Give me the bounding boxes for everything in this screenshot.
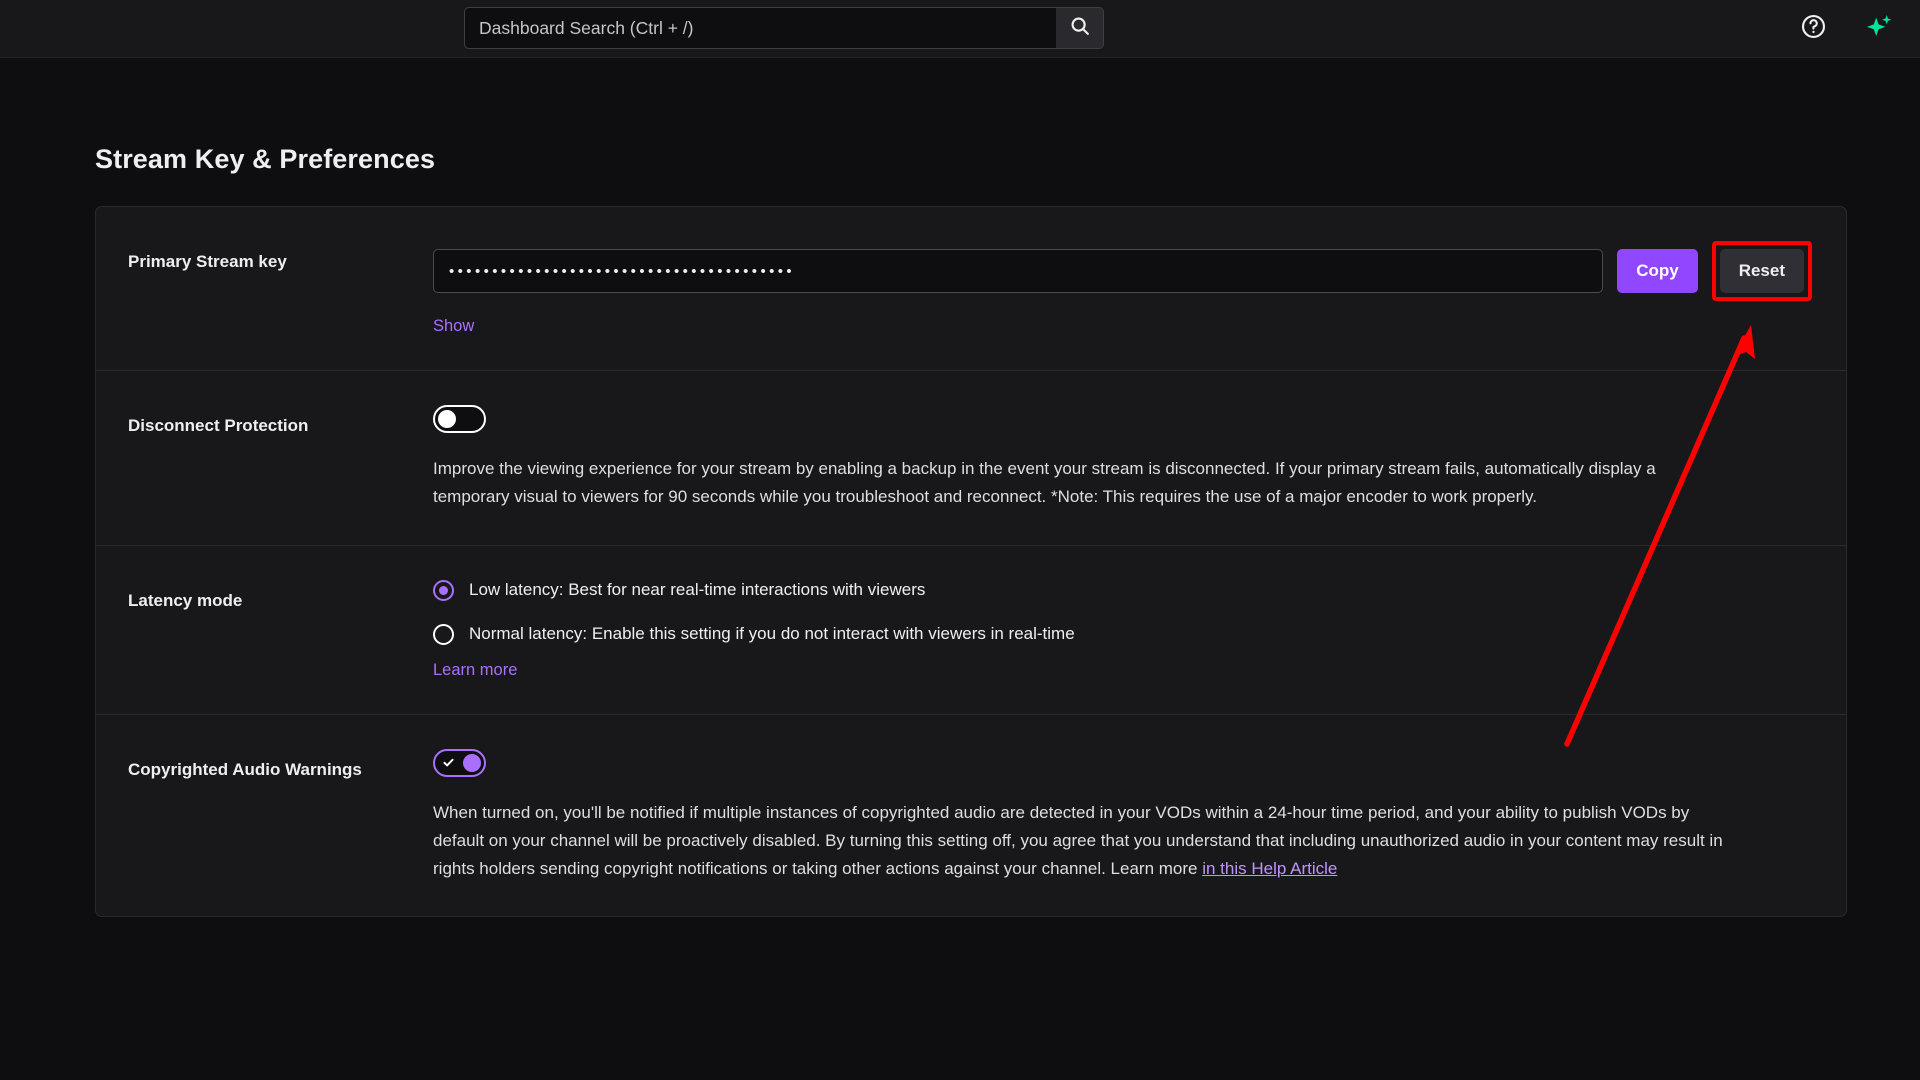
top-bar-actions xyxy=(1798,0,1894,58)
disconnect-protection-label: Disconnect Protection xyxy=(128,416,309,435)
search-input[interactable] xyxy=(464,7,1056,49)
stream-key-label: Primary Stream key xyxy=(128,252,287,271)
section-latency-mode: Latency mode Low latency: Best for near … xyxy=(96,546,1846,715)
radio-normal-latency-label: Normal latency: Enable this setting if y… xyxy=(469,624,1075,644)
stream-key-input[interactable] xyxy=(433,249,1604,293)
copyrighted-audio-description: When turned on, you'll be notified if mu… xyxy=(433,799,1733,883)
section-primary-stream-key: Primary Stream key Copy Reset Show xyxy=(96,207,1846,371)
page-title: Stream Key & Preferences xyxy=(95,144,436,174)
page-content: Stream Key & Preferences Primary Stream … xyxy=(0,58,1920,1080)
latency-option-low[interactable]: Low latency: Best for near real-time int… xyxy=(433,579,1812,601)
stream-key-row: Copy Reset xyxy=(433,241,1812,301)
latency-mode-label: Latency mode xyxy=(128,590,243,610)
disconnect-protection-toggle[interactable] xyxy=(433,405,486,433)
reset-button-highlight: Reset xyxy=(1711,241,1812,301)
disconnect-protection-description: Improve the viewing experience for your … xyxy=(433,459,1656,506)
radio-normal-latency[interactable] xyxy=(433,623,454,645)
copyrighted-audio-description-text: When turned on, you'll be notified if mu… xyxy=(433,802,1723,878)
section-disconnect-protection: Disconnect Protection Improve the viewin… xyxy=(96,371,1846,546)
search-button[interactable] xyxy=(1056,7,1104,49)
settings-card: Primary Stream key Copy Reset Show Disco… xyxy=(95,206,1847,918)
toggle-knob xyxy=(463,753,481,772)
help-button[interactable] xyxy=(1798,14,1828,44)
show-stream-key-link[interactable]: Show xyxy=(433,317,474,336)
sparkle-icon xyxy=(1864,12,1894,47)
latency-learn-more-link[interactable]: Learn more xyxy=(433,661,517,680)
ai-assistant-button[interactable] xyxy=(1864,14,1894,44)
section-copyrighted-audio-warnings: Copyrighted Audio Warnings When turned o… xyxy=(96,715,1846,917)
radio-low-latency-label: Low latency: Best for near real-time int… xyxy=(469,580,926,600)
copyrighted-audio-toggle[interactable] xyxy=(433,748,486,777)
copy-button[interactable]: Copy xyxy=(1617,249,1698,293)
help-circle-icon xyxy=(1800,13,1827,45)
help-article-link[interactable]: in this Help Article xyxy=(1202,859,1337,878)
copyrighted-audio-label: Copyrighted Audio Warnings xyxy=(128,759,362,779)
latency-option-normal[interactable]: Normal latency: Enable this setting if y… xyxy=(433,623,1812,645)
radio-low-latency[interactable] xyxy=(433,579,454,601)
reset-button[interactable]: Reset xyxy=(1719,249,1804,293)
dashboard-search xyxy=(464,7,1104,49)
search-icon xyxy=(1069,15,1091,42)
top-bar xyxy=(0,0,1920,58)
toggle-knob xyxy=(438,410,456,428)
check-icon xyxy=(443,758,454,767)
